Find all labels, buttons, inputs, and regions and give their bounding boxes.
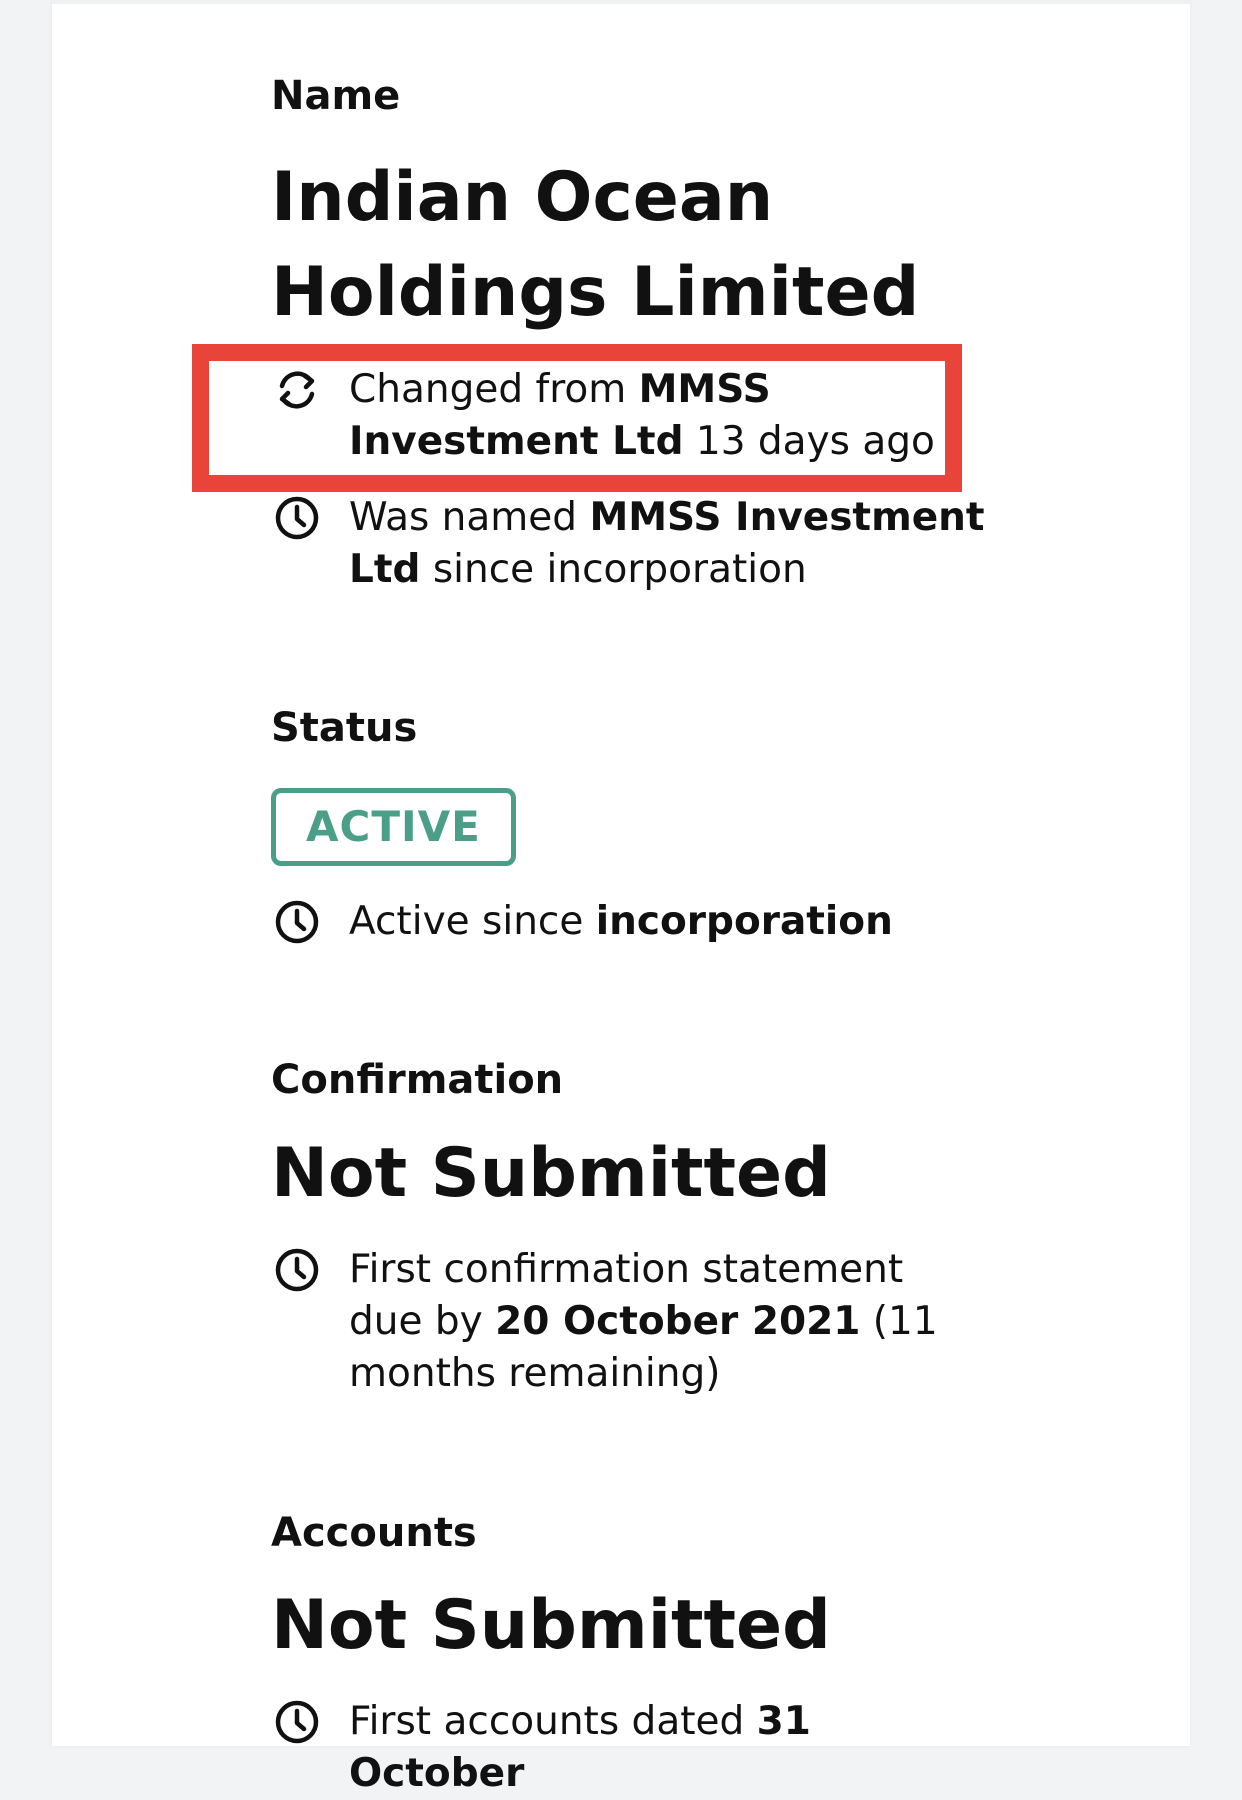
status-note-prefix: Active since xyxy=(349,899,596,944)
clock-icon xyxy=(271,1696,323,1748)
company-name-line2: Holdings Limited xyxy=(271,253,920,332)
history-name-part1: MMSS Investment xyxy=(589,495,985,540)
history-suffix: since incorporation xyxy=(420,547,807,592)
accounts-value: Not Submitted xyxy=(271,1586,831,1665)
confirmation-note-line3: months remaining) xyxy=(349,1351,721,1396)
change-suffix: 13 days ago xyxy=(683,419,935,464)
accounts-label: Accounts xyxy=(271,1510,477,1556)
clock-icon xyxy=(271,1244,323,1296)
status-note-bold: incorporation xyxy=(595,899,893,944)
name-section: Name xyxy=(271,72,1031,120)
accounts-note: First accounts dated 31 October xyxy=(271,1696,991,1800)
confirmation-note-suffix: (11 xyxy=(860,1299,938,1344)
name-history-note: Was named MMSS Investment Ltd since inco… xyxy=(271,492,991,596)
status-badge: ACTIVE xyxy=(271,788,516,866)
confirmation-note-line1: First confirmation statement xyxy=(349,1247,904,1292)
status-note-text: Active since incorporation xyxy=(349,896,893,948)
confirmation-value-wrap: Not Submitted xyxy=(271,1126,1031,1221)
confirmation-value: Not Submitted xyxy=(271,1134,831,1213)
confirmation-section: Confirmation xyxy=(271,1056,1031,1104)
clock-icon xyxy=(271,896,323,948)
confirmation-note-prefix: due by xyxy=(349,1299,496,1344)
clock-icon xyxy=(271,492,323,544)
confirmation-label: Confirmation xyxy=(271,1057,564,1103)
history-name-part2: Ltd xyxy=(349,547,421,592)
status-label: Status xyxy=(271,705,418,751)
confirmation-note: First confirmation statement due by 20 O… xyxy=(271,1244,991,1400)
company-details-card: Name Indian Ocean Holdings Limited Chang… xyxy=(52,0,1190,1796)
refresh-icon xyxy=(271,364,323,416)
history-prefix: Was named xyxy=(349,495,590,540)
status-note: Active since incorporation xyxy=(271,896,991,948)
accounts-value-wrap: Not Submitted xyxy=(271,1578,1031,1673)
old-name-part2: Investment Ltd xyxy=(349,419,684,464)
status-section: Status xyxy=(271,704,1031,752)
company-name-line1: Indian Ocean xyxy=(271,158,774,237)
old-name-part1: MMSS xyxy=(638,367,771,412)
confirmation-note-text: First confirmation statement due by 20 O… xyxy=(349,1244,938,1400)
accounts-note-prefix: First accounts dated xyxy=(349,1699,757,1744)
accounts-section: Accounts xyxy=(271,1509,1031,1557)
change-prefix: Changed from xyxy=(349,367,639,412)
accounts-note-text: First accounts dated 31 October xyxy=(349,1696,991,1800)
name-label: Name xyxy=(271,73,401,119)
name-change-text: Changed from MMSS Investment Ltd 13 days… xyxy=(349,364,935,468)
name-history-text: Was named MMSS Investment Ltd since inco… xyxy=(349,492,985,596)
status-badge-wrap: ACTIVE xyxy=(271,788,1031,866)
confirmation-due-date: 20 October 2021 xyxy=(495,1299,861,1344)
name-change-note: Changed from MMSS Investment Ltd 13 days… xyxy=(271,364,991,468)
company-name: Indian Ocean Holdings Limited xyxy=(271,150,1031,340)
